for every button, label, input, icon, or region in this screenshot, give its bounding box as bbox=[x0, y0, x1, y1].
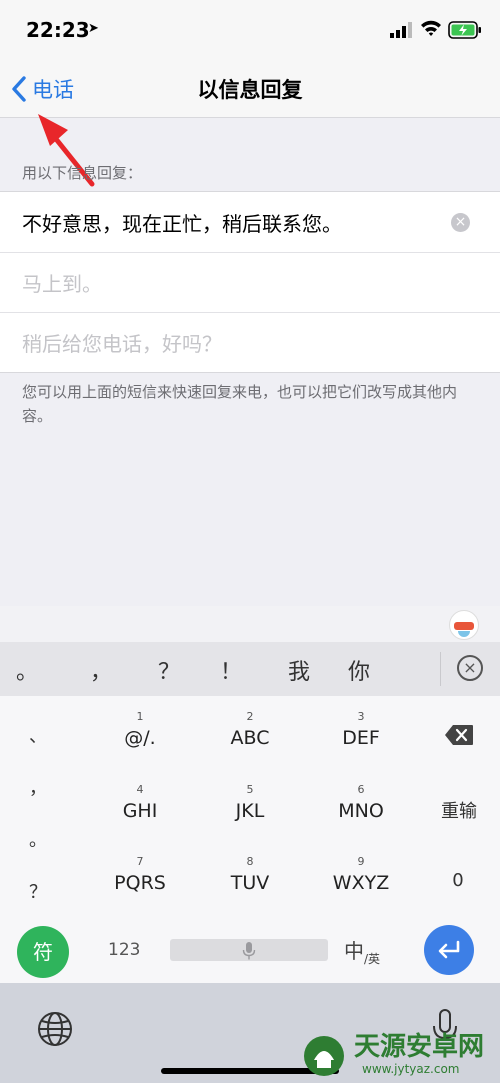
globe-icon[interactable] bbox=[37, 1011, 73, 1047]
key-4[interactable]: 4 GHI bbox=[100, 783, 180, 822]
status-time: 22:23 bbox=[26, 18, 90, 42]
page-title: 以信息回复 bbox=[197, 78, 303, 102]
reply-text: 不好意思，现在正忙，稍后联系您。 bbox=[22, 211, 342, 236]
candidate-item[interactable]: 你 bbox=[348, 654, 370, 686]
microphone-icon bbox=[242, 942, 256, 960]
candidate-item[interactable]: ， bbox=[90, 654, 112, 686]
status-bar: 22:23 ➤ bbox=[0, 0, 500, 60]
watermark: 天源安卓网 www.jytyaz.com bbox=[300, 1026, 500, 1083]
key-5[interactable]: 5 JKL bbox=[210, 783, 290, 822]
candidate-item[interactable]: 我 bbox=[288, 654, 310, 686]
clear-text-button[interactable]: × bbox=[451, 213, 470, 232]
zero-key[interactable]: 0 bbox=[440, 870, 476, 891]
language-toggle-sub: /英 bbox=[364, 952, 381, 966]
punctuation-key[interactable]: 、 bbox=[28, 722, 48, 748]
key-8[interactable]: 8 TUV bbox=[210, 855, 290, 894]
return-arrow-icon bbox=[438, 940, 460, 959]
candidate-bar: 。 ， ？ ！ 我 你 × bbox=[0, 642, 500, 696]
watermark-logo-icon bbox=[304, 1036, 344, 1076]
keyboard-mascot-icon[interactable] bbox=[449, 610, 479, 640]
reply-placeholder: 马上到。 bbox=[22, 272, 102, 296]
language-toggle-key[interactable]: 中 bbox=[344, 935, 364, 964]
battery-charging-icon bbox=[448, 21, 481, 39]
reply-placeholder: 稍后给您电话，好吗？ bbox=[22, 332, 222, 356]
candidate-item[interactable]: 。 bbox=[16, 654, 38, 686]
punctuation-key[interactable]: 。 bbox=[28, 826, 48, 852]
key-1[interactable]: 1 @/. bbox=[100, 710, 180, 749]
candidate-item[interactable]: ！ bbox=[220, 654, 242, 686]
key-3[interactable]: 3 DEF bbox=[321, 710, 401, 749]
numbers-key[interactable]: 123 bbox=[108, 940, 140, 960]
key-7[interactable]: 7 PQRS bbox=[100, 855, 180, 894]
key-9[interactable]: 9 WXYZ bbox=[321, 855, 401, 894]
punctuation-key[interactable]: ？ bbox=[28, 878, 48, 904]
reply-field-2[interactable]: 马上到。 bbox=[0, 252, 500, 312]
candidate-item[interactable]: ？ bbox=[158, 654, 180, 686]
close-candidates-button[interactable]: × bbox=[457, 655, 483, 681]
punctuation-key[interactable]: ， bbox=[28, 774, 48, 800]
reply-field-1[interactable]: 不好意思，现在正忙，稍后联系您。 × bbox=[0, 192, 500, 252]
keyboard-toolbar bbox=[0, 606, 500, 642]
return-key[interactable] bbox=[424, 925, 474, 975]
symbol-key[interactable]: 符 bbox=[17, 926, 69, 978]
key-2[interactable]: 2 ABC bbox=[210, 710, 290, 749]
reply-field-3[interactable]: 稍后给您电话，好吗？ bbox=[0, 312, 500, 372]
section-header: 用以下信息回复： bbox=[22, 164, 143, 182]
location-arrow-icon: ➤ bbox=[88, 21, 99, 36]
divider bbox=[440, 652, 441, 686]
reply-list: 不好意思，现在正忙，稍后联系您。 × 马上到。 稍后给您电话，好吗？ bbox=[0, 191, 500, 373]
watermark-name: 天源安卓网 bbox=[354, 1032, 485, 1062]
backspace-key[interactable] bbox=[444, 724, 474, 746]
cellular-signal-icon bbox=[390, 22, 412, 38]
watermark-url: www.jytyaz.com bbox=[362, 1062, 460, 1076]
key-6[interactable]: 6 MNO bbox=[321, 783, 401, 822]
footer-note: 您可以用上面的短信来快速回复来电，也可以把它们改写成其他内容。 bbox=[22, 383, 458, 425]
retype-key[interactable]: 重输 bbox=[432, 797, 486, 823]
wifi-icon bbox=[421, 20, 441, 36]
